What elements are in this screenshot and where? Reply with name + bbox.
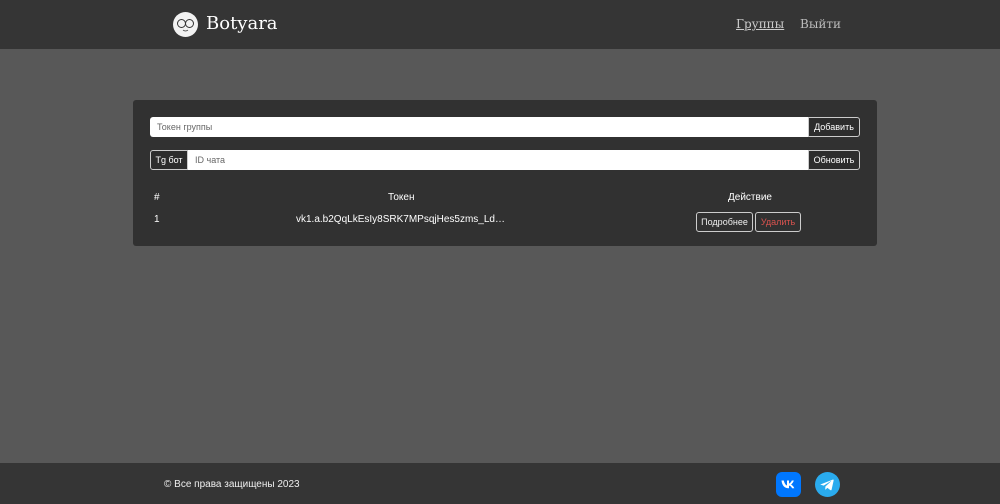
brand-name[interactable]: Botyara	[206, 12, 278, 36]
footer: © Все права защищены 2023	[0, 463, 1000, 504]
column-header-token: Токен	[388, 192, 415, 203]
column-header-action: Действие	[728, 192, 772, 203]
telegram-icon[interactable]	[815, 472, 840, 497]
tg-bot-label: Tg бот	[150, 150, 188, 170]
update-button[interactable]: Обновить	[808, 150, 860, 170]
glasses-logo-icon[interactable]	[173, 12, 198, 37]
group-token-input[interactable]	[150, 117, 809, 137]
chat-id-input[interactable]	[188, 150, 809, 170]
column-header-num: #	[154, 192, 160, 203]
groups-card: Добавить Tg бот Обновить # Токен Действи…	[133, 100, 877, 246]
row-num: 1	[154, 214, 160, 225]
vk-icon[interactable]	[776, 472, 801, 497]
delete-button[interactable]: Удалить	[755, 212, 801, 232]
copyright-text: © Все права защищены 2023	[164, 479, 300, 490]
nav-link-logout[interactable]: Выйти	[800, 16, 841, 32]
nav-link-groups[interactable]: Группы	[736, 16, 784, 32]
add-button[interactable]: Добавить	[808, 117, 860, 137]
details-button[interactable]: Подробнее	[696, 212, 753, 232]
row-token: vk1.a.b2QqLkEsIy8SRK7MPsqjHes5zms_Ld6N2O…	[296, 214, 506, 225]
header: Botyara Группы Выйти	[0, 0, 1000, 49]
